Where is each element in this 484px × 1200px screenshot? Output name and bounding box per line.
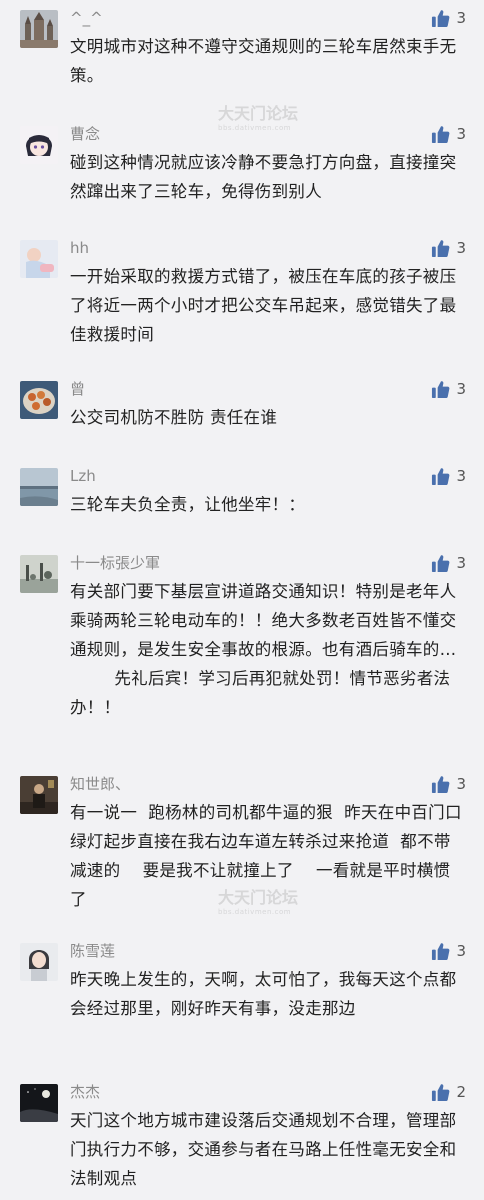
user-avatar[interactable]	[20, 381, 58, 419]
user-name[interactable]: 杰杰	[70, 1083, 100, 1101]
user-avatar[interactable]	[20, 943, 58, 981]
like-count: 3	[456, 554, 466, 572]
user-avatar[interactable]	[20, 776, 58, 814]
like-count: 2	[456, 1083, 466, 1101]
user-name[interactable]: 知世郎、	[70, 775, 130, 793]
comment-text: 昨天晚上发生的，天啊，太可怕了，我每天这个点都会经过那里，刚好昨天有事，没走那边	[70, 970, 457, 1018]
like-button[interactable]: 3	[431, 553, 466, 573]
like-button[interactable]: 3	[431, 124, 466, 144]
watermark-url: bbs.dativmen.com	[218, 124, 292, 132]
user-avatar[interactable]	[20, 555, 58, 593]
like-count: 3	[456, 9, 466, 27]
like-button[interactable]: 3	[431, 8, 466, 28]
like-count: 3	[456, 775, 466, 793]
comment-text: 碰到这种情况就应该冷静不要急打方向盘，直接撞突然蹿出来了三轮车，免得伤到别人	[70, 153, 457, 201]
user-name[interactable]: 曹念	[70, 125, 100, 143]
thumbs-up-icon	[432, 942, 450, 960]
user-name[interactable]: Lzh	[70, 467, 96, 485]
like-count: 3	[456, 380, 466, 398]
thumbs-up-icon	[432, 380, 450, 398]
comment-text: 一开始采取的救援方式错了，被压在车底的孩子被压了将近一两个小时才把公交车吊起来，…	[70, 267, 457, 344]
like-button[interactable]: 3	[431, 941, 466, 961]
like-button[interactable]: 3	[431, 774, 466, 794]
thumbs-up-icon	[432, 554, 450, 572]
comment-text: 天门这个地方城市建设落后交通规划不合理，管理部门执行力不够，交通参与者在马路上任…	[70, 1111, 457, 1188]
watermark-title: 大天门论坛	[218, 104, 299, 123]
like-count: 3	[456, 239, 466, 257]
comment-text: 有一说一 跑杨林的司机都牛逼的狠 昨天在中百门口绿灯起步直接在我右边车道左转杀过…	[70, 803, 462, 909]
like-count: 3	[456, 467, 466, 485]
like-button[interactable]: 3	[431, 238, 466, 258]
thumbs-up-icon	[432, 467, 450, 485]
like-button[interactable]: 2	[431, 1082, 466, 1102]
comment-text: 三轮车夫负全责，让他坐牢！：	[70, 495, 306, 514]
like-button[interactable]: 3	[431, 379, 466, 399]
user-name[interactable]: hh	[70, 239, 89, 257]
user-name[interactable]: 曾	[70, 380, 85, 398]
user-avatar[interactable]	[20, 126, 58, 164]
like-button[interactable]: 3	[431, 466, 466, 486]
comment-text: 公交司机防不胜防 责任在谁	[70, 408, 278, 427]
user-name[interactable]: ^_^	[70, 9, 103, 27]
thumbs-up-icon	[432, 775, 450, 793]
thumbs-up-icon	[432, 9, 450, 27]
thumbs-up-icon	[432, 1083, 450, 1101]
thumbs-up-icon	[432, 125, 450, 143]
thumbs-up-icon	[432, 239, 450, 257]
user-name[interactable]: 陈雪莲	[70, 942, 115, 960]
user-avatar[interactable]	[20, 1084, 58, 1122]
comment-text: 文明城市对这种不遵守交通规则的三轮车居然束手无策。	[70, 37, 457, 85]
comment-text: 有关部门要下基层宣讲道路交通知识！特别是老年人乘骑两轮三轮电动车的！！绝大多数老…	[70, 582, 457, 717]
like-count: 3	[456, 125, 466, 143]
user-avatar[interactable]	[20, 468, 58, 506]
like-count: 3	[456, 942, 466, 960]
user-avatar[interactable]	[20, 10, 58, 48]
forum-watermark: 大天门论坛 bbs.dativmen.com	[218, 100, 298, 132]
user-name[interactable]: 十一标張少軍	[70, 554, 160, 572]
user-avatar[interactable]	[20, 240, 58, 278]
